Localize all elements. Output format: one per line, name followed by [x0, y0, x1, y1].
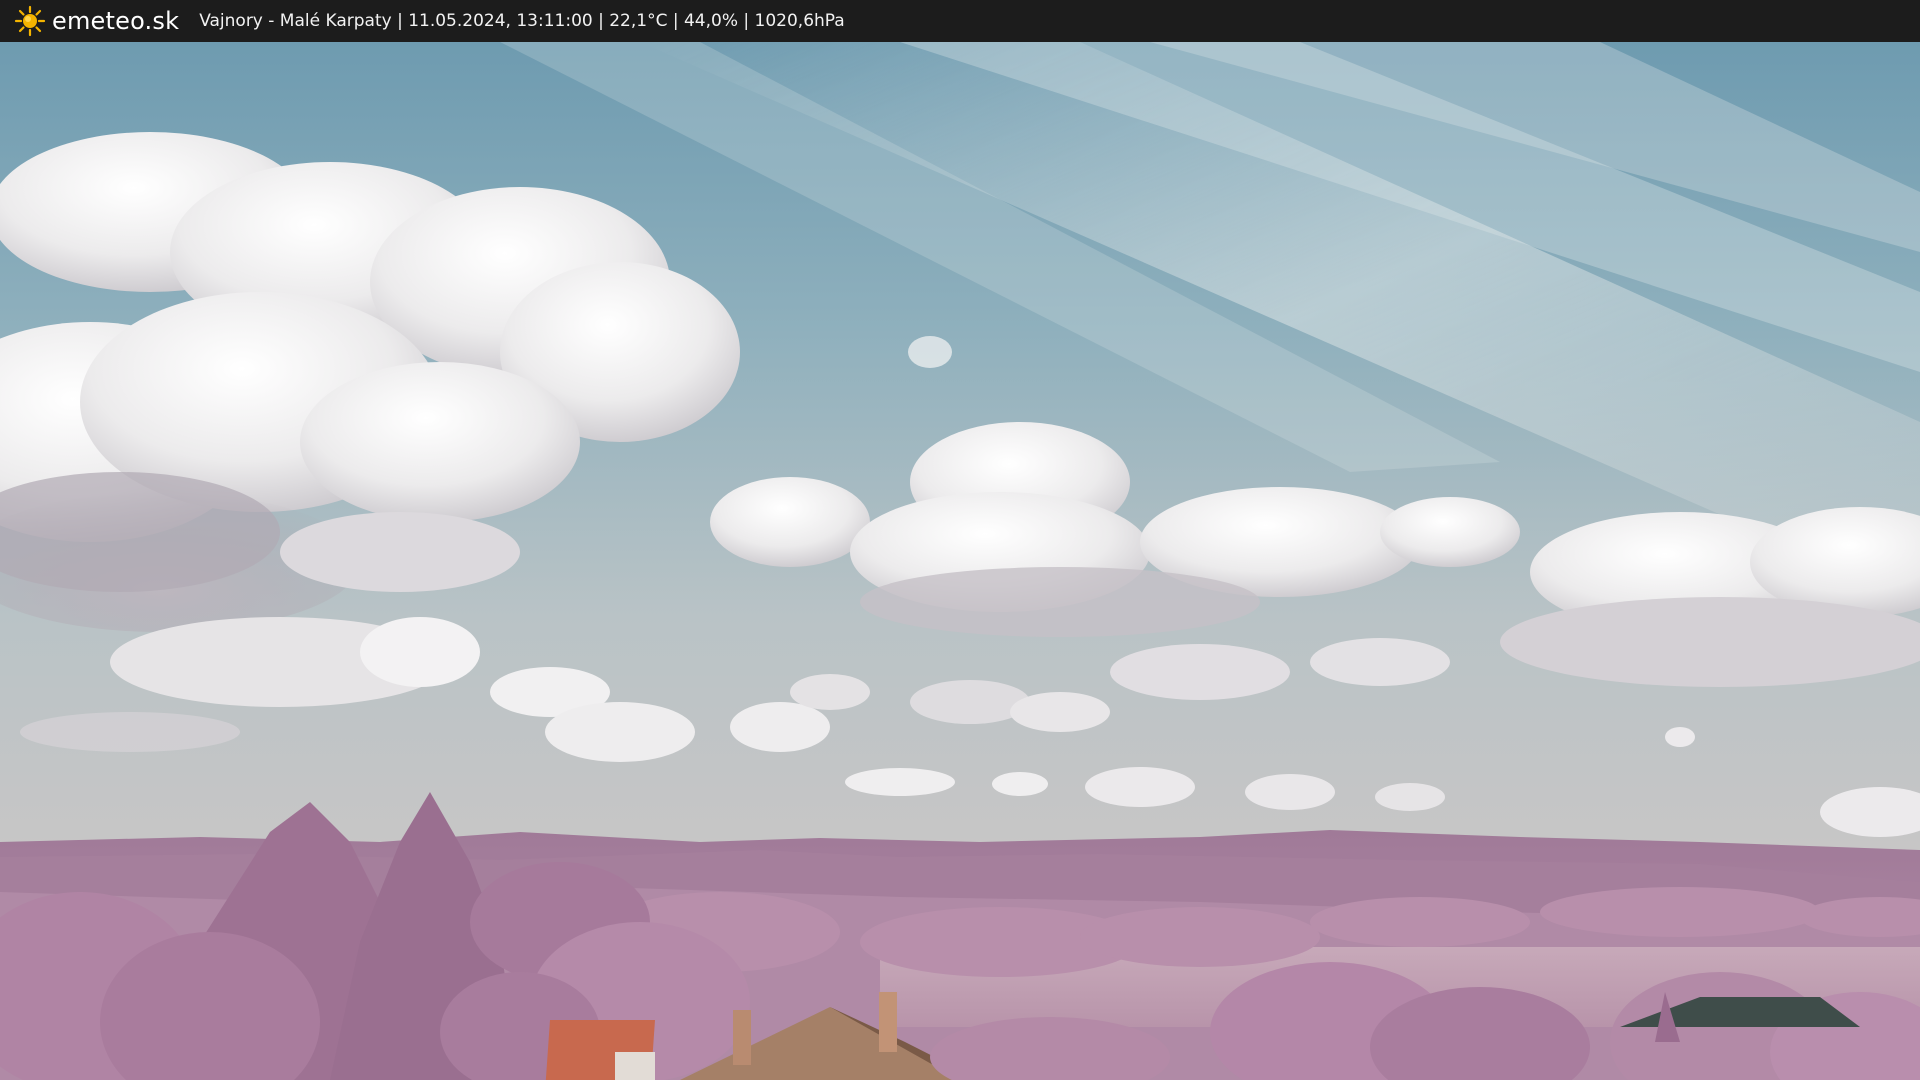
house-left — [545, 1020, 655, 1080]
caption-bar: emeteo.sk Vajnory - Malé Karpaty | 11.05… — [0, 0, 1920, 42]
webcam-caption: Vajnory - Malé Karpaty | 11.05.2024, 13:… — [199, 11, 845, 31]
site-name: emeteo.sk — [52, 7, 180, 35]
webcam-frame: emeteo.sk Vajnory - Malé Karpaty | 11.05… — [0, 0, 1920, 1080]
sun-icon — [14, 5, 46, 37]
webcam-image — [0, 42, 1920, 1080]
site-logo[interactable]: emeteo.sk — [14, 0, 179, 42]
